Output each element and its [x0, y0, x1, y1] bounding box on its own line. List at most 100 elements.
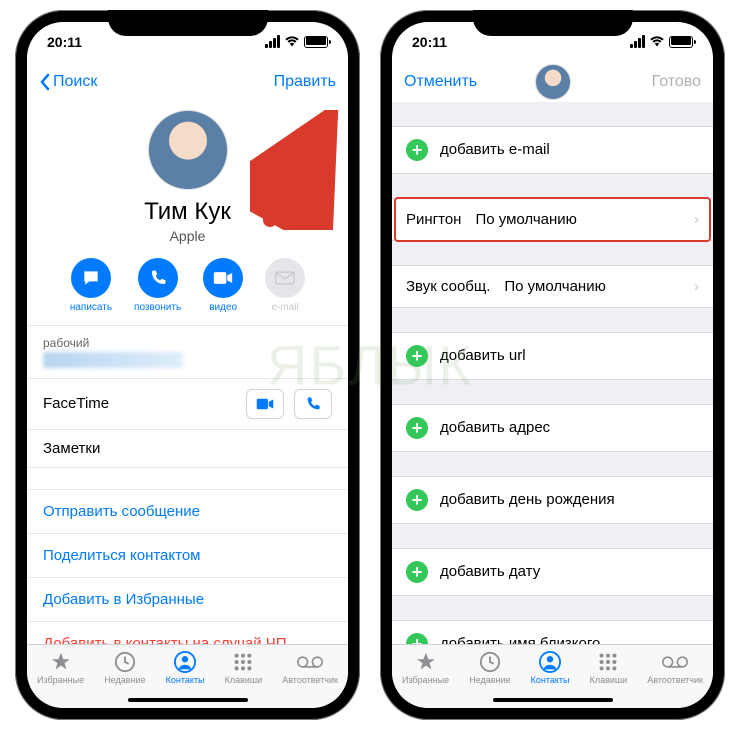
tab-recents[interactable]: Недавние [104, 651, 145, 685]
content-right: + добавить e-mail Рингтон По умолчанию ›… [392, 102, 713, 644]
add-date-row[interactable]: + добавить дату [392, 548, 713, 596]
ringtone-key: Рингтон [406, 211, 461, 228]
phone-icon [138, 258, 178, 298]
home-indicator[interactable] [493, 698, 613, 702]
wifi-icon [649, 36, 665, 48]
plus-icon: + [406, 489, 428, 511]
person-icon [537, 651, 563, 673]
tab-label: Избранные [37, 675, 84, 685]
text-tone-key: Звук сообщ. [406, 278, 490, 295]
mail-icon [265, 258, 305, 298]
phone-type-label: рабочий [43, 336, 183, 350]
tab-label: Клавиши [225, 675, 263, 685]
add-birthday-row[interactable]: + добавить день рождения [392, 476, 713, 524]
star-icon [48, 651, 74, 673]
wifi-icon [284, 36, 300, 48]
text-tone-row[interactable]: Звук сообщ. По умолчанию › [392, 265, 713, 308]
spacer [392, 596, 713, 620]
keypad-icon [595, 651, 621, 673]
phone-right: 20:11 Отменить Готово + добавить e-mail … [380, 10, 725, 720]
chevron-left-icon [39, 73, 51, 91]
person-icon [172, 651, 198, 673]
message-button[interactable]: написать [70, 258, 112, 313]
tab-contacts[interactable]: Контакты [531, 651, 570, 685]
add-address-row[interactable]: + добавить адрес [392, 404, 713, 452]
phone-row[interactable]: рабочий [27, 326, 348, 379]
notch [473, 10, 633, 36]
phone-value-blurred [43, 352, 183, 368]
notes-row[interactable]: Заметки [27, 430, 348, 468]
voicemail-icon [297, 651, 323, 673]
tab-label: Контакты [166, 675, 205, 685]
notes-label: Заметки [43, 440, 100, 457]
home-indicator[interactable] [128, 698, 248, 702]
text-tone-value: По умолчанию [504, 278, 680, 295]
notch [108, 10, 268, 36]
back-button[interactable]: Поиск [39, 73, 97, 91]
tab-contacts[interactable]: Контакты [166, 651, 205, 685]
voicemail-icon [662, 651, 688, 673]
chevron-right-icon: › [694, 278, 699, 295]
star-icon [413, 651, 439, 673]
gap [27, 468, 348, 490]
contact-header: Тим Кук Apple написать позвонить видео [27, 102, 348, 325]
clock: 20:11 [47, 34, 82, 50]
phone-left: 20:11 Поиск Править Тим Кук Apple [15, 10, 360, 720]
keypad-icon [230, 651, 256, 673]
add-email-label: добавить e-mail [440, 141, 550, 158]
add-birthday-label: добавить день рождения [440, 491, 615, 508]
battery-icon [304, 36, 328, 48]
share-contact-link[interactable]: Поделиться контактом [27, 534, 348, 578]
facetime-audio-button[interactable] [294, 389, 332, 419]
avatar-small[interactable] [535, 64, 571, 100]
email-label: e-mail [272, 302, 299, 313]
avatar[interactable] [148, 110, 228, 190]
content-left: Тим Кук Apple написать позвонить видео [27, 102, 348, 644]
spacer [392, 241, 713, 265]
facetime-label: FaceTime [43, 395, 109, 412]
nav-bar: Поиск Править [27, 62, 348, 102]
plus-icon: + [406, 633, 428, 644]
tab-voicemail[interactable]: Автоответчик [282, 651, 338, 685]
tab-recents[interactable]: Недавние [469, 651, 510, 685]
facetime-video-button[interactable] [246, 389, 284, 419]
spacer [392, 524, 713, 548]
spacer [392, 308, 713, 332]
spacer [392, 102, 713, 126]
send-message-link[interactable]: Отправить сообщение [27, 490, 348, 534]
tab-label: Клавиши [590, 675, 628, 685]
add-email-row[interactable]: + добавить e-mail [392, 126, 713, 174]
add-url-row[interactable]: + добавить url [392, 332, 713, 380]
tab-favorites[interactable]: Избранные [402, 651, 449, 685]
clock-icon [477, 651, 503, 673]
signal-icon [630, 35, 645, 48]
spacer [392, 174, 713, 198]
done-button[interactable]: Готово [652, 73, 701, 91]
tab-keypad[interactable]: Клавиши [590, 651, 628, 685]
clock-icon [112, 651, 138, 673]
message-icon [71, 258, 111, 298]
add-emergency-link[interactable]: Добавить в контакты на случай ЧП [27, 622, 348, 644]
tab-voicemail[interactable]: Автоответчик [647, 651, 703, 685]
tab-label: Контакты [531, 675, 570, 685]
ringtone-row[interactable]: Рингтон По умолчанию › [392, 198, 713, 241]
call-label: позвонить [134, 302, 181, 313]
add-favorite-link[interactable]: Добавить в Избранные [27, 578, 348, 622]
video-button[interactable]: видео [203, 258, 243, 313]
status-icons [630, 35, 693, 48]
tab-label: Автоответчик [647, 675, 703, 685]
plus-icon: + [406, 345, 428, 367]
tab-label: Недавние [104, 675, 145, 685]
plus-icon: + [406, 561, 428, 583]
tab-favorites[interactable]: Избранные [37, 651, 84, 685]
tab-keypad[interactable]: Клавиши [225, 651, 263, 685]
message-label: написать [70, 302, 112, 313]
tab-label: Автоответчик [282, 675, 338, 685]
cancel-button[interactable]: Отменить [404, 73, 477, 91]
spacer [392, 452, 713, 476]
edit-button[interactable]: Править [274, 73, 336, 91]
add-related-row[interactable]: + добавить имя близкого [392, 620, 713, 644]
video-label: видео [209, 302, 237, 313]
call-button[interactable]: позвонить [134, 258, 181, 313]
tab-label: Недавние [469, 675, 510, 685]
